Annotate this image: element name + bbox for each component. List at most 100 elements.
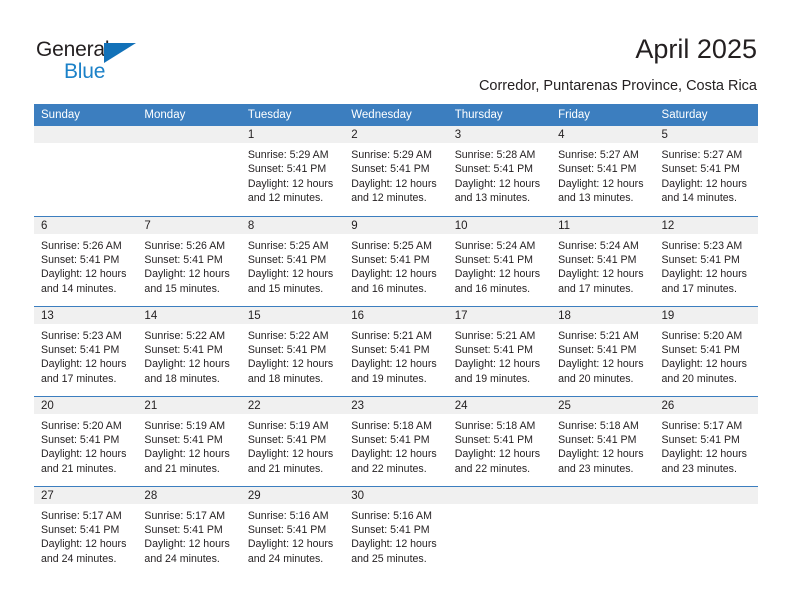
sunrise-text: Sunrise: 5:26 AM (144, 239, 226, 252)
calendar-day-cell[interactable]: 27 Sunrise: 5:17 AM Sunset: 5:41 PM Dayligh… (34, 485, 138, 576)
sunset-text: Sunset: 5:41 PM (247, 163, 327, 176)
calendar-day-cell[interactable]: 24 Sunrise: 5:18 AM Sunset: 5:41 PM Dayligh… (447, 395, 552, 486)
day-details: Sunrise: 5:21 AM Sunset: 5:41 PM Daylight:… (551, 324, 654, 387)
calendar-day-cell[interactable]: 15 Sunrise: 5:22 AM Sunset: 5:41 PM Dayligh… (240, 305, 345, 396)
daylight-text: and 21 minutes. (247, 462, 324, 475)
daylight-text: Daylight: 12 hours (661, 448, 747, 461)
calendar-day-cell[interactable]: 3 Sunrise: 5:28 AM Sunset: 5:41 PM Daylight… (447, 126, 552, 216)
sunrise-text: Sunrise: 5:24 AM (558, 239, 639, 252)
calendar-day-cell[interactable]: 23 Sunrise: 5:18 AM Sunset: 5:41 PM Dayligh… (344, 395, 448, 486)
day-number: 7 (137, 216, 241, 234)
calendar-day-cell[interactable]: 9 Sunrise: 5:25 AM Sunset: 5:41 PM Daylight… (344, 215, 448, 306)
calendar-day-cell[interactable]: 25 Sunrise: 5:18 AM Sunset: 5:41 PM Dayligh… (551, 395, 655, 486)
day-number: 21 (137, 396, 241, 414)
sunset-text: Sunset: 5:41 PM (144, 523, 223, 536)
daylight-text: Daylight: 12 hours (558, 268, 644, 281)
day-details: Sunrise: 5:19 AM Sunset: 5:41 PM Daylight:… (137, 414, 240, 477)
calendar-day-cell[interactable]: 21 Sunrise: 5:19 AM Sunset: 5:41 PM Dayligh… (137, 395, 241, 486)
daylight-text: and 17 minutes. (558, 282, 634, 295)
sunset-text: Sunset: 5:41 PM (144, 433, 223, 446)
calendar-day-cell[interactable]: 26 Sunrise: 5:17 AM Sunset: 5:41 PM Dayligh… (654, 395, 758, 486)
calendar-day-cell[interactable]: 28 Sunrise: 5:17 AM Sunset: 5:41 PM Dayligh… (137, 485, 241, 576)
daylight-text: and 25 minutes. (351, 552, 427, 565)
day-details: Sunrise: 5:29 AM Sunset: 5:41 PM Daylight:… (241, 143, 344, 206)
calendar-day-cell[interactable]: 11 Sunrise: 5:24 AM Sunset: 5:41 PM Dayligh… (551, 215, 655, 306)
day-number: 26 (654, 396, 758, 414)
day-details: Sunrise: 5:20 AM Sunset: 5:41 PM Daylight:… (34, 414, 137, 477)
day-details: Sunrise: 5:25 AM Sunset: 5:41 PM Daylight:… (344, 234, 447, 297)
calendar-page: General Blue April 2025 Corredor, Puntar… (0, 0, 792, 612)
day-number: 3 (447, 126, 552, 143)
day-details: Sunrise: 5:18 AM Sunset: 5:41 PM Daylight:… (551, 414, 654, 477)
calendar-day-cell[interactable]: 2 Sunrise: 5:29 AM Sunset: 5:41 PM Daylight… (344, 126, 448, 216)
daylight-text: Daylight: 12 hours (454, 448, 541, 461)
calendar-day-cell[interactable]: 19 Sunrise: 5:20 AM Sunset: 5:41 PM Dayligh… (654, 305, 758, 396)
sunrise-text: Sunrise: 5:20 AM (661, 329, 743, 342)
daylight-text: and 21 minutes. (144, 462, 220, 475)
calendar-day-cell[interactable]: 1 Sunrise: 5:29 AM Sunset: 5:41 PM Daylight… (240, 126, 345, 216)
weekday-header-row: Sunday Monday Tuesday Wednesday Thursday Frid… (34, 104, 758, 126)
sunset-text: Sunset: 5:41 PM (41, 253, 120, 266)
day-number (551, 486, 655, 504)
sunset-text: Sunset: 5:41 PM (558, 163, 637, 176)
day-number: 9 (344, 216, 448, 234)
day-number: 10 (447, 216, 552, 234)
calendar-day-cell[interactable]: 13 Sunrise: 5:23 AM Sunset: 5:41 PM Dayligh… (34, 305, 138, 396)
sunset-text: Sunset: 5:41 PM (661, 253, 740, 266)
daylight-text: Daylight: 12 hours (558, 448, 644, 461)
sunrise-text: Sunrise: 5:16 AM (247, 509, 329, 522)
calendar-day-cell[interactable]: 10 Sunrise: 5:24 AM Sunset: 5:41 PM Dayligh… (447, 215, 552, 306)
daylight-text: Daylight: 12 hours (247, 538, 334, 551)
sunrise-text: Sunrise: 5:27 AM (661, 149, 743, 161)
calendar-day-cell[interactable]: 5 Sunrise: 5:27 AM Sunset: 5:41 PM Daylight… (654, 126, 758, 216)
day-number: 13 (34, 306, 138, 324)
calendar-body: 1 Sunrise: 5:29 AM Sunset: 5:41 PM Daylight… (34, 126, 758, 576)
calendar-day-cell[interactable]: 6 Sunrise: 5:26 AM Sunset: 5:41 PM Daylight… (34, 215, 138, 306)
calendar-day-cell[interactable]: 8 Sunrise: 5:25 AM Sunset: 5:41 PM Daylight… (240, 215, 345, 306)
calendar-day-cell[interactable]: 7 Sunrise: 5:26 AM Sunset: 5:41 PM Daylight… (137, 215, 241, 306)
daylight-text: Daylight: 12 hours (41, 538, 127, 551)
day-details (655, 504, 758, 509)
daylight-text: and 19 minutes. (454, 372, 531, 385)
calendar-day-cell[interactable]: 12 Sunrise: 5:23 AM Sunset: 5:41 PM Dayligh… (654, 215, 758, 306)
day-details (137, 143, 240, 148)
daylight-text: and 16 minutes. (351, 282, 427, 295)
day-details: Sunrise: 5:18 AM Sunset: 5:41 PM Daylight:… (344, 414, 447, 477)
daylight-text: and 15 minutes. (247, 282, 324, 295)
daylight-text: Daylight: 12 hours (247, 268, 334, 281)
sunset-text: Sunset: 5:41 PM (351, 163, 430, 176)
calendar-day-cell[interactable]: 22 Sunrise: 5:19 AM Sunset: 5:41 PM Dayligh… (240, 395, 345, 486)
general-blue-logo[interactable]: General Blue (36, 38, 166, 84)
sunset-text: Sunset: 5:41 PM (41, 523, 120, 536)
calendar-day-cell[interactable]: 17 Sunrise: 5:21 AM Sunset: 5:41 PM Dayligh… (447, 305, 552, 396)
day-details (551, 504, 654, 509)
weekday-header-sunday: Sunday (34, 104, 138, 126)
calendar-week-row: 6 Sunrise: 5:26 AM Sunset: 5:41 PM Daylight… (34, 215, 758, 306)
daylight-text: Daylight: 12 hours (41, 358, 127, 371)
calendar-day-cell[interactable]: 16 Sunrise: 5:21 AM Sunset: 5:41 PM Dayligh… (344, 305, 448, 396)
calendar-day-cell[interactable]: 20 Sunrise: 5:20 AM Sunset: 5:41 PM Dayligh… (34, 395, 138, 486)
day-number: 6 (34, 216, 138, 234)
page-header: General Blue April 2025 Corredor, Puntar… (0, 0, 792, 100)
calendar-day-cell[interactable]: 14 Sunrise: 5:22 AM Sunset: 5:41 PM Dayligh… (137, 305, 241, 396)
sunset-text: Sunset: 5:41 PM (144, 253, 223, 266)
daylight-text: and 20 minutes. (558, 372, 634, 385)
sunset-text: Sunset: 5:41 PM (454, 163, 534, 176)
daylight-text: Daylight: 12 hours (661, 358, 747, 371)
daylight-text: Daylight: 12 hours (351, 268, 437, 281)
daylight-text: and 19 minutes. (351, 372, 427, 385)
daylight-text: Daylight: 12 hours (41, 448, 127, 461)
weekday-header-saturday: Saturday (654, 104, 758, 126)
calendar-day-cell-empty (551, 485, 655, 576)
calendar-day-cell[interactable]: 30 Sunrise: 5:16 AM Sunset: 5:41 PM Dayligh… (344, 485, 448, 576)
sunrise-text: Sunrise: 5:23 AM (41, 329, 122, 342)
daylight-text: Daylight: 12 hours (454, 177, 541, 190)
daylight-text: Daylight: 12 hours (247, 177, 334, 190)
daylight-text: and 16 minutes. (454, 282, 531, 295)
calendar-day-cell[interactable]: 4 Sunrise: 5:27 AM Sunset: 5:41 PM Daylight… (551, 126, 655, 216)
calendar-day-cell[interactable]: 29 Sunrise: 5:16 AM Sunset: 5:41 PM Dayligh… (240, 485, 345, 576)
sunrise-text: Sunrise: 5:29 AM (247, 149, 329, 161)
calendar-day-cell-empty (654, 485, 758, 576)
daylight-text: Daylight: 12 hours (351, 538, 437, 551)
calendar-day-cell[interactable]: 18 Sunrise: 5:21 AM Sunset: 5:41 PM Dayligh… (551, 305, 655, 396)
